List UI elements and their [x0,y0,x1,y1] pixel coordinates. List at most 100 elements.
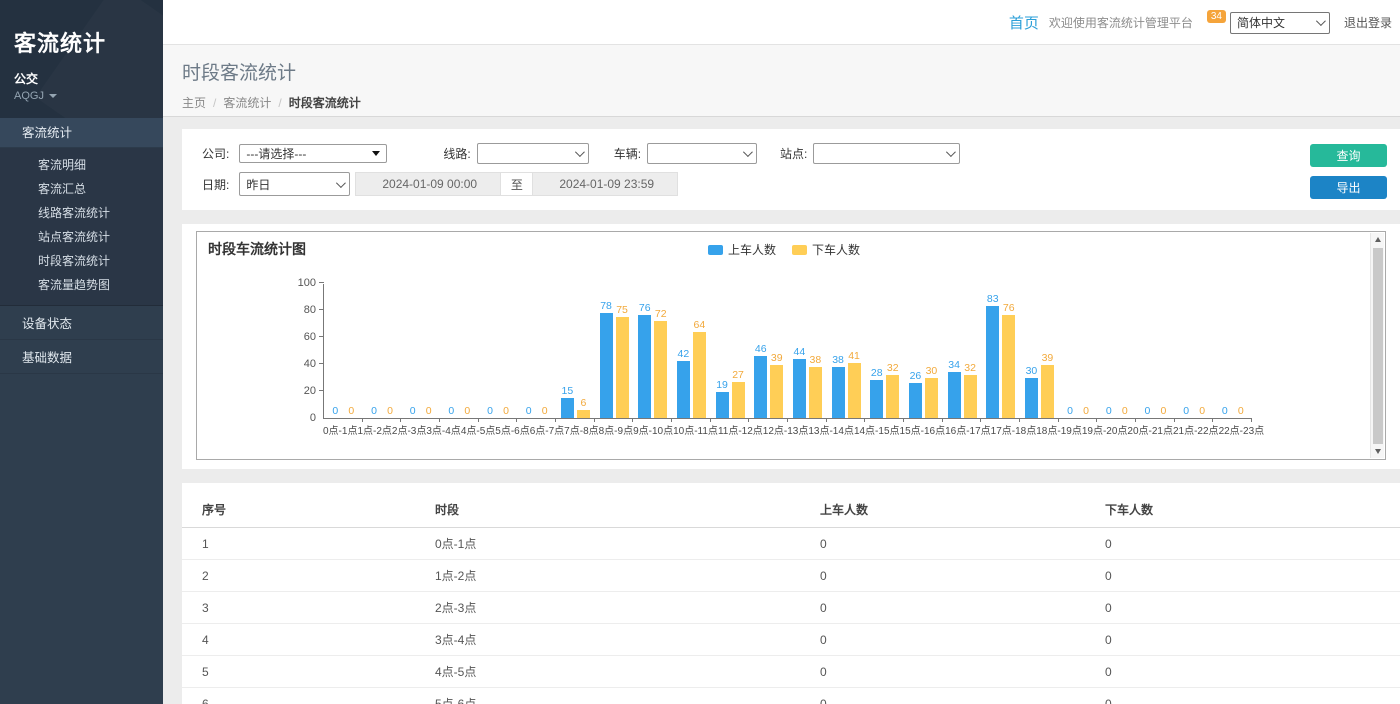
sidebar-item-station-stats[interactable]: 站点客流统计 [0,225,163,249]
scrollbar-thumb[interactable] [1373,248,1383,444]
date-preset-select[interactable]: 昨日 [239,172,350,196]
bar-column: 0 [500,284,513,418]
breadcrumb: 主页 / 客流统计 / 时段客流统计 [182,94,1400,111]
bar-value-label: 26 [910,371,922,382]
sidebar-item-device-status[interactable]: 设备状态 [0,308,163,340]
bar-value-label: 6 [580,398,586,409]
bar-column: 0 [522,284,535,418]
station-label: 站点: [780,145,807,162]
bar-value-label: 38 [832,355,844,366]
scroll-up-arrow-icon[interactable] [1371,233,1384,246]
org-code-label: AQGJ [14,90,44,102]
bar-column: 39 [770,284,783,418]
breadcrumb-current: 时段客流统计 [289,94,361,111]
table-row: 65点-6点00 [182,688,1400,704]
bar [832,367,845,418]
bar-group: 156 [556,284,595,418]
export-button[interactable]: 导出 [1310,176,1387,199]
bar-column: 76 [1002,284,1015,418]
notification-badge[interactable]: 34 [1207,10,1226,23]
sidebar-item-base-data[interactable]: 基础数据 [0,342,163,374]
y-axis-tick-label: 40 [286,358,316,370]
company-select[interactable]: ---请选择--- [239,144,387,163]
x-axis-label: 1点-2点 [357,422,391,437]
sidebar-item-period-stats[interactable]: 时段客流统计 [0,249,163,273]
x-axis-label: 6点-7点 [530,422,564,437]
bar-column: 19 [716,284,729,418]
chevron-down-icon [575,147,585,157]
bar-value-label: 39 [1042,353,1054,364]
bar-column: 0 [1064,284,1077,418]
bar-value-label: 41 [848,351,860,362]
sidebar-item-passenger-detail[interactable]: 客流明细 [0,153,163,177]
bar-column: 0 [1141,284,1154,418]
bar-group: 7875 [595,284,634,418]
table-cell: 0 [800,624,1085,656]
bar-group: 4639 [749,284,788,418]
bar [600,313,613,418]
page-header: 时段客流统计 主页 / 客流统计 / 时段客流统计 [163,45,1400,117]
chevron-down-icon [743,147,753,157]
language-select-value: 简体中文 [1237,14,1285,31]
bar-value-label: 28 [871,368,883,379]
logout-link[interactable]: 退出登录 [1344,14,1392,31]
x-axis-label: 13点-14点 [808,422,854,437]
bar-value-label: 0 [410,406,416,417]
sidebar-item-passenger-summary[interactable]: 客流汇总 [0,177,163,201]
chevron-down-icon [1316,16,1326,26]
chart-panel: 时段车流统计图 上车人数 下车人数 0204060801000000000000… [182,224,1400,469]
bar [716,392,729,418]
bar-value-label: 0 [487,406,493,417]
sidebar-item-line-stats[interactable]: 线路客流统计 [0,201,163,225]
bar-value-label: 0 [1222,406,1228,417]
breadcrumb-home[interactable]: 主页 [182,94,206,111]
bar-group: 8376 [981,284,1020,418]
table-row: 21点-2点00 [182,560,1400,592]
table-cell: 3点-4点 [415,624,800,656]
bar-column: 83 [986,284,999,418]
table-cell: 0 [800,592,1085,624]
line-select[interactable] [477,143,589,164]
app-window: 客流统计 公交 AQGJ 客流统计 客流明细 客流汇总 线路客流统计 站点客流统… [0,0,1400,704]
org-code-dropdown[interactable]: AQGJ [14,90,149,102]
query-button[interactable]: 查询 [1310,144,1387,167]
x-axis-label: 5点-6点 [495,422,529,437]
bar-column: 76 [638,284,651,418]
date-start-input[interactable]: 2024-01-09 00:00 [355,172,501,196]
x-axis-label: 19点-20点 [1082,422,1128,437]
scroll-down-arrow-icon[interactable] [1371,445,1384,458]
bar-group: 2832 [865,284,904,418]
x-axis-label: 2点-3点 [392,422,426,437]
plot-area: 0204060801000000000000001567875767242641… [323,284,1252,419]
bar-column: 0 [1218,284,1231,418]
bar [1041,365,1054,418]
legend-label-boarding: 上车人数 [728,241,776,258]
bar-column: 0 [1196,284,1209,418]
sidebar-item-passenger-stats[interactable]: 客流统计 [0,118,163,148]
x-axis-label: 15点-16点 [900,422,946,437]
content-area: 公司: ---请选择--- 线路: 车辆: 站点: [163,117,1400,704]
vehicle-select[interactable] [647,143,757,164]
bar [561,398,574,418]
bar-column: 0 [1102,284,1115,418]
bar-column: 34 [948,284,961,418]
bar-column: 42 [677,284,690,418]
sidebar-item-trend-chart[interactable]: 客流量趋势图 [0,273,163,297]
x-axis-label: 12点-13点 [763,422,809,437]
sidebar-logo-area: 客流统计 公交 AQGJ [0,0,163,118]
breadcrumb-section[interactable]: 客流统计 [223,94,271,111]
bar-column: 75 [616,284,629,418]
bar-value-label: 39 [771,353,783,364]
vehicle-label: 车辆: [614,145,641,162]
bar-value-label: 0 [1161,406,1167,417]
line-label: 线路: [443,145,470,162]
home-link[interactable]: 首页 [1009,12,1039,33]
y-axis-tick-label: 80 [286,304,316,316]
bar-column: 39 [1041,284,1054,418]
language-select[interactable]: 简体中文 [1230,12,1330,34]
table-cell: 0 [800,560,1085,592]
date-end-input[interactable]: 2024-01-09 23:59 [532,172,678,196]
bar-value-label: 0 [526,406,532,417]
bar-column: 0 [406,284,419,418]
station-select[interactable] [813,143,960,164]
